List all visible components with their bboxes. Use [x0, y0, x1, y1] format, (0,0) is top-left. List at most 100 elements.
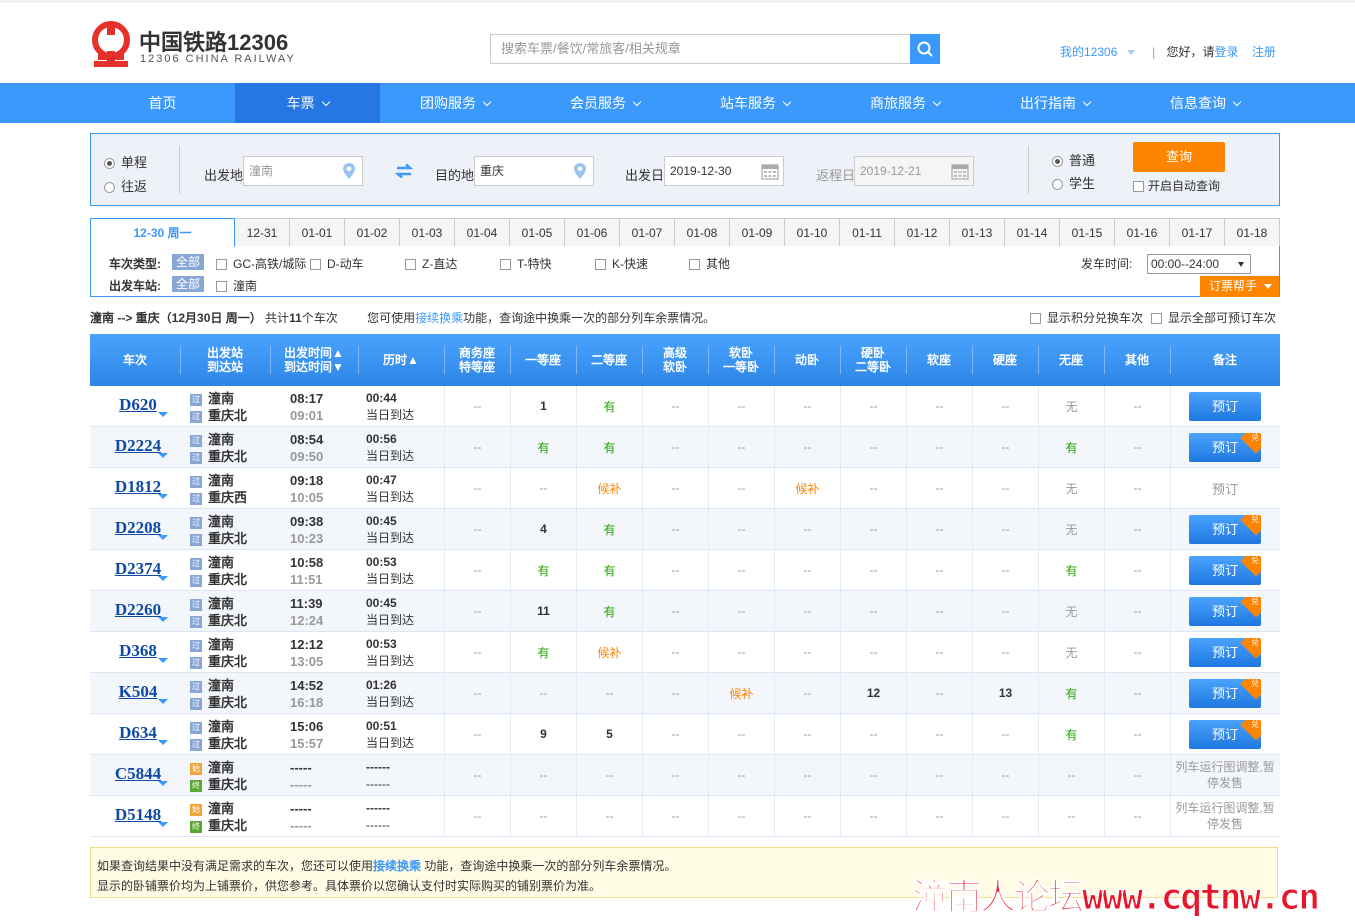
- type-other-checkbox[interactable]: 其他: [689, 255, 730, 272]
- seat-availability[interactable]: 5: [576, 714, 642, 754]
- stop-info-arrow-icon[interactable]: [158, 576, 168, 581]
- stop-info-arrow-icon[interactable]: [158, 699, 168, 704]
- seat-availability[interactable]: 有: [576, 591, 642, 631]
- my12306-link[interactable]: 我的12306: [1060, 45, 1117, 59]
- seat-availability[interactable]: 有: [576, 509, 642, 549]
- depart-time-select[interactable]: 00:00--24:00: [1147, 254, 1251, 274]
- date-tab[interactable]: 01-04: [455, 218, 510, 246]
- date-tab[interactable]: 01-02: [345, 218, 400, 246]
- date-tab[interactable]: 01-16: [1115, 218, 1170, 246]
- site-search-button[interactable]: [910, 34, 940, 64]
- seat-availability[interactable]: 4: [510, 509, 576, 549]
- date-tab[interactable]: 01-11: [840, 218, 895, 246]
- book-button[interactable]: 预订 兑: [1189, 638, 1261, 667]
- type-d-checkbox[interactable]: D-动车: [310, 255, 364, 272]
- date-tab[interactable]: 01-05: [510, 218, 565, 246]
- query-button[interactable]: 查询: [1133, 142, 1225, 172]
- transfer-link[interactable]: 接续换乘: [415, 311, 463, 325]
- train-type-all-button[interactable]: 全部: [172, 254, 205, 270]
- book-button[interactable]: 预订 兑: [1189, 679, 1261, 708]
- date-tab[interactable]: 01-12: [895, 218, 950, 246]
- register-link[interactable]: 注册: [1252, 45, 1276, 59]
- type-z-checkbox[interactable]: Z-直达: [405, 255, 457, 272]
- date-tab[interactable]: 12-30 周一: [90, 218, 235, 247]
- seat-availability[interactable]: 有: [510, 632, 576, 672]
- nav-station[interactable]: 站车服务: [680, 83, 830, 123]
- seat-availability[interactable]: 有: [510, 427, 576, 467]
- seat-availability[interactable]: 候补: [708, 673, 774, 713]
- date-tab[interactable]: 01-08: [675, 218, 730, 246]
- depart-date-input[interactable]: 2019-12-30: [664, 156, 784, 186]
- seat-availability[interactable]: 有: [576, 427, 642, 467]
- date-tab[interactable]: 01-07: [620, 218, 675, 246]
- seat-availability[interactable]: 13: [972, 673, 1038, 713]
- from-station-input[interactable]: 潼南: [243, 156, 363, 186]
- nav-group[interactable]: 团购服务: [380, 83, 530, 123]
- book-button[interactable]: 预订 兑: [1189, 515, 1261, 544]
- book-button[interactable]: 预订 兑: [1189, 556, 1261, 585]
- site-search-input[interactable]: 搜索车票/餐饮/常旅客/相关规章: [490, 34, 910, 64]
- seat-availability[interactable]: 候补: [576, 468, 642, 508]
- nav-home[interactable]: 首页: [90, 83, 235, 123]
- station-all-button[interactable]: 全部: [172, 276, 205, 292]
- seat-availability[interactable]: 有: [1038, 714, 1104, 754]
- type-gc-checkbox[interactable]: GC-高铁/城际: [216, 255, 306, 272]
- date-tab[interactable]: 01-03: [400, 218, 455, 246]
- type-t-checkbox[interactable]: T-特快: [500, 255, 552, 272]
- nav-business[interactable]: 商旅服务: [830, 83, 980, 123]
- date-tab[interactable]: 01-01: [290, 218, 345, 246]
- transfer-link[interactable]: 接续换乘: [373, 859, 421, 873]
- stop-info-arrow-icon[interactable]: [158, 740, 168, 745]
- stop-info-arrow-icon[interactable]: [158, 617, 168, 622]
- seat-availability[interactable]: 有: [1038, 427, 1104, 467]
- trip-one-way-radio[interactable]: 单程: [104, 152, 147, 171]
- nav-tickets[interactable]: 车票: [235, 83, 380, 123]
- date-tab[interactable]: 01-06: [565, 218, 620, 246]
- nav-guide[interactable]: 出行指南: [980, 83, 1130, 123]
- type-k-checkbox[interactable]: K-快速: [595, 255, 648, 272]
- return-date-input[interactable]: 2019-12-21: [854, 156, 974, 186]
- date-tab[interactable]: 01-18: [1225, 218, 1280, 246]
- book-button[interactable]: 预订 兑: [1189, 433, 1261, 462]
- stop-info-arrow-icon[interactable]: [158, 535, 168, 540]
- date-tab[interactable]: 01-10: [785, 218, 840, 246]
- seat-availability[interactable]: 1: [510, 386, 576, 426]
- book-button[interactable]: 预订 兑: [1189, 597, 1261, 626]
- date-tab[interactable]: 01-13: [950, 218, 1005, 246]
- show-all-bookable-checkbox[interactable]: 显示全部可预订车次: [1151, 309, 1276, 326]
- passenger-student-radio[interactable]: 学生: [1052, 173, 1095, 192]
- column-header[interactable]: 出发时间▲ 到达时间▼: [270, 334, 358, 386]
- column-header[interactable]: 历时▲: [358, 334, 444, 386]
- seat-availability[interactable]: 候补: [774, 468, 840, 508]
- book-button[interactable]: 预订 兑: [1189, 720, 1261, 749]
- stop-info-arrow-icon[interactable]: [158, 822, 168, 827]
- auto-query-checkbox[interactable]: 开启自动查询: [1133, 177, 1220, 194]
- site-logo[interactable]: 中国铁路12306 12306 CHINA RAILWAY: [90, 21, 300, 71]
- nav-member[interactable]: 会员服务: [530, 83, 680, 123]
- stop-info-arrow-icon[interactable]: [158, 412, 168, 417]
- book-button[interactable]: 预订: [1189, 392, 1261, 421]
- login-link[interactable]: 登录: [1215, 45, 1239, 59]
- seat-availability[interactable]: 有: [576, 386, 642, 426]
- date-tab[interactable]: 01-15: [1060, 218, 1115, 246]
- date-tab[interactable]: 12-31: [235, 218, 290, 246]
- trip-round-radio[interactable]: 往返: [104, 176, 147, 195]
- seat-availability[interactable]: 有: [1038, 550, 1104, 590]
- stop-info-arrow-icon[interactable]: [158, 453, 168, 458]
- date-tab[interactable]: 01-17: [1170, 218, 1225, 246]
- seat-availability[interactable]: 有: [1038, 673, 1104, 713]
- seat-availability[interactable]: 有: [576, 550, 642, 590]
- seat-availability[interactable]: 12: [840, 673, 906, 713]
- seat-availability[interactable]: 候补: [576, 632, 642, 672]
- seat-availability[interactable]: 有: [510, 550, 576, 590]
- passenger-normal-radio[interactable]: 普通: [1052, 150, 1095, 169]
- seat-availability[interactable]: 9: [510, 714, 576, 754]
- to-station-input[interactable]: 重庆: [474, 156, 594, 186]
- station-tongnan-checkbox[interactable]: 潼南: [216, 277, 257, 294]
- date-tab[interactable]: 01-14: [1005, 218, 1060, 246]
- swap-stations-icon[interactable]: [395, 163, 413, 179]
- booking-helper-button[interactable]: 订票帮手: [1200, 276, 1279, 297]
- show-points-checkbox[interactable]: 显示积分兑换车次: [1030, 309, 1143, 326]
- date-tab[interactable]: 01-09: [730, 218, 785, 246]
- stop-info-arrow-icon[interactable]: [158, 781, 168, 786]
